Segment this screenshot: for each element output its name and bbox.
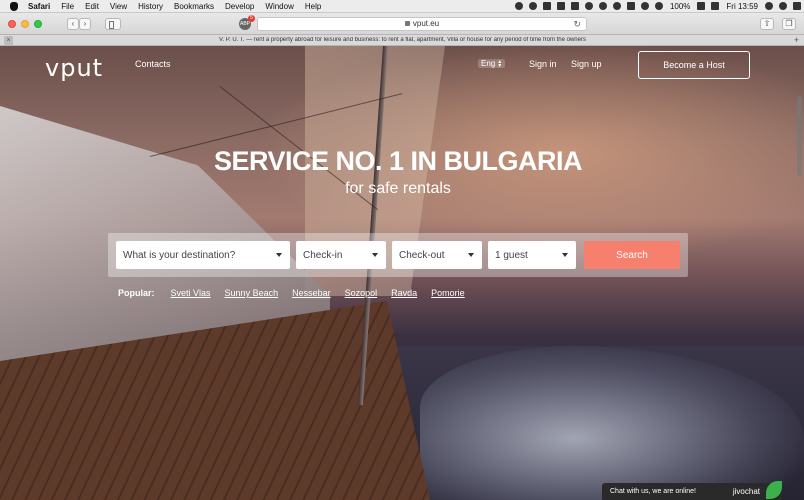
- popular-link-nessebar[interactable]: Nessebar: [292, 288, 331, 298]
- show-tabs-button[interactable]: ❐: [782, 17, 796, 30]
- check-in-value: Check-in: [303, 249, 343, 261]
- chat-widget[interactable]: Chat with us, we are online! jivochat: [602, 481, 782, 500]
- viber-icon[interactable]: [598, 2, 607, 10]
- caret-down-icon: [562, 253, 568, 257]
- status-icon[interactable]: [514, 2, 523, 10]
- menu-app-safari[interactable]: Safari: [28, 2, 50, 11]
- extension-icon[interactable]: ABP 5: [239, 14, 255, 30]
- media-play-icon[interactable]: [556, 2, 565, 10]
- jivochat-leaf-icon: [766, 481, 782, 499]
- page-scrollbar[interactable]: [795, 46, 804, 500]
- guests-value: 1 guest: [495, 249, 528, 261]
- guests-select[interactable]: 1 guest: [488, 241, 576, 269]
- search-button[interactable]: Search: [584, 241, 680, 269]
- caret-down-icon: [468, 253, 474, 257]
- media-next-icon[interactable]: [570, 2, 579, 10]
- reload-icon[interactable]: ↻: [573, 19, 581, 30]
- share-button[interactable]: ⇧: [760, 17, 774, 30]
- web-page: vput Contacts Eng ▲ ▼ Sign in Sign up Bec…: [0, 46, 804, 500]
- language-select[interactable]: Eng ▲ ▼: [478, 58, 506, 69]
- menu-help[interactable]: Help: [305, 2, 321, 11]
- battery-icon[interactable]: [697, 2, 706, 10]
- caret-down-icon: [276, 253, 282, 257]
- tab-title[interactable]: V. P. U. T. — rent a property abroad for…: [13, 37, 792, 43]
- url-text: vput.eu: [412, 19, 440, 28]
- media-prev-icon[interactable]: [542, 2, 551, 10]
- popular-link-pomorie[interactable]: Pomorie: [431, 288, 465, 298]
- sign-in-link[interactable]: Sign in: [529, 59, 557, 69]
- menu-file[interactable]: File: [61, 2, 74, 11]
- minimize-window-button[interactable]: [21, 19, 29, 28]
- address-bar[interactable]: vput.eu ↻: [257, 16, 587, 31]
- search-panel: What is your destination? Check-in Check…: [108, 233, 688, 277]
- menu-view[interactable]: View: [110, 2, 127, 11]
- caret-down-icon: [372, 253, 378, 257]
- close-window-button[interactable]: [8, 19, 16, 28]
- popular-label: Popular:: [118, 288, 155, 298]
- forward-button[interactable]: ›: [79, 17, 91, 30]
- language-value: Eng: [481, 59, 496, 68]
- battery-percent[interactable]: 100%: [670, 2, 690, 11]
- menu-history[interactable]: History: [138, 2, 163, 11]
- volume-icon[interactable]: [654, 2, 663, 10]
- site-logo[interactable]: vput: [45, 54, 103, 82]
- destination-select[interactable]: What is your destination?: [116, 241, 290, 269]
- menu-edit[interactable]: Edit: [85, 2, 99, 11]
- check-out-field[interactable]: Check-out: [392, 241, 482, 269]
- apple-icon[interactable]: [10, 1, 18, 11]
- destination-value: What is your destination?: [123, 249, 236, 261]
- mac-menu-bar: Safari File Edit View History Bookmarks …: [0, 0, 804, 13]
- tab-close-icon[interactable]: ×: [4, 35, 13, 45]
- back-button[interactable]: ‹: [67, 17, 79, 30]
- chat-brand: jivochat: [732, 487, 760, 496]
- input-source-icon[interactable]: [711, 2, 720, 10]
- window-controls: [8, 19, 47, 28]
- new-tab-button[interactable]: +: [792, 35, 801, 45]
- popular-link-sveti-vlas[interactable]: Sveti Vlas: [171, 288, 211, 298]
- extension-badge: 5: [248, 14, 255, 22]
- hero-subtitle: for safe rentals: [345, 180, 451, 197]
- menu-window[interactable]: Window: [265, 2, 293, 11]
- tab-bar: × V. P. U. T. — rent a property abroad f…: [0, 35, 804, 46]
- menu-develop[interactable]: Develop: [225, 2, 254, 11]
- zoom-window-button[interactable]: [34, 19, 42, 28]
- popular-link-sozopol[interactable]: Sozopol: [345, 288, 378, 298]
- popular-link-sunny-beach[interactable]: Sunny Beach: [225, 288, 279, 298]
- scrollbar-thumb[interactable]: [797, 96, 802, 176]
- cloud-icon[interactable]: [612, 2, 621, 10]
- popular-destinations: Popular: Sveti Vlas Sunny Beach Nessebar…: [118, 288, 479, 298]
- check-in-field[interactable]: Check-in: [296, 241, 386, 269]
- wifi-icon[interactable]: [640, 2, 649, 10]
- lock-icon: [404, 21, 410, 26]
- clock[interactable]: Fri 13:59: [726, 2, 758, 11]
- check-out-value: Check-out: [399, 249, 445, 261]
- notification-center-icon[interactable]: [793, 2, 801, 10]
- skype-icon[interactable]: [528, 2, 537, 10]
- chat-text: Chat with us, we are online!: [610, 488, 696, 495]
- become-host-button[interactable]: Become a Host: [638, 51, 750, 79]
- browser-toolbar: ‹ › ABP 5 vput.eu ↻ ⇧ ❐: [0, 13, 804, 35]
- status-tray: 100% Fri 13:59: [512, 2, 804, 11]
- siri-icon[interactable]: [779, 2, 787, 10]
- popular-link-ravda[interactable]: Ravda: [391, 288, 417, 298]
- notification-icon[interactable]: [584, 2, 593, 10]
- sidebar-toggle-button[interactable]: [105, 17, 121, 30]
- sign-up-link[interactable]: Sign up: [571, 59, 602, 69]
- select-arrows-icon: ▲ ▼: [497, 58, 503, 69]
- twitter-icon[interactable]: [626, 2, 635, 10]
- nav-contacts-link[interactable]: Contacts: [135, 59, 171, 69]
- spotlight-icon[interactable]: [765, 2, 773, 10]
- hero-title: SERVICE NO. 1 IN BULGARIA: [213, 146, 583, 176]
- menu-bookmarks[interactable]: Bookmarks: [174, 2, 214, 11]
- nav-buttons: ‹ ›: [67, 17, 91, 30]
